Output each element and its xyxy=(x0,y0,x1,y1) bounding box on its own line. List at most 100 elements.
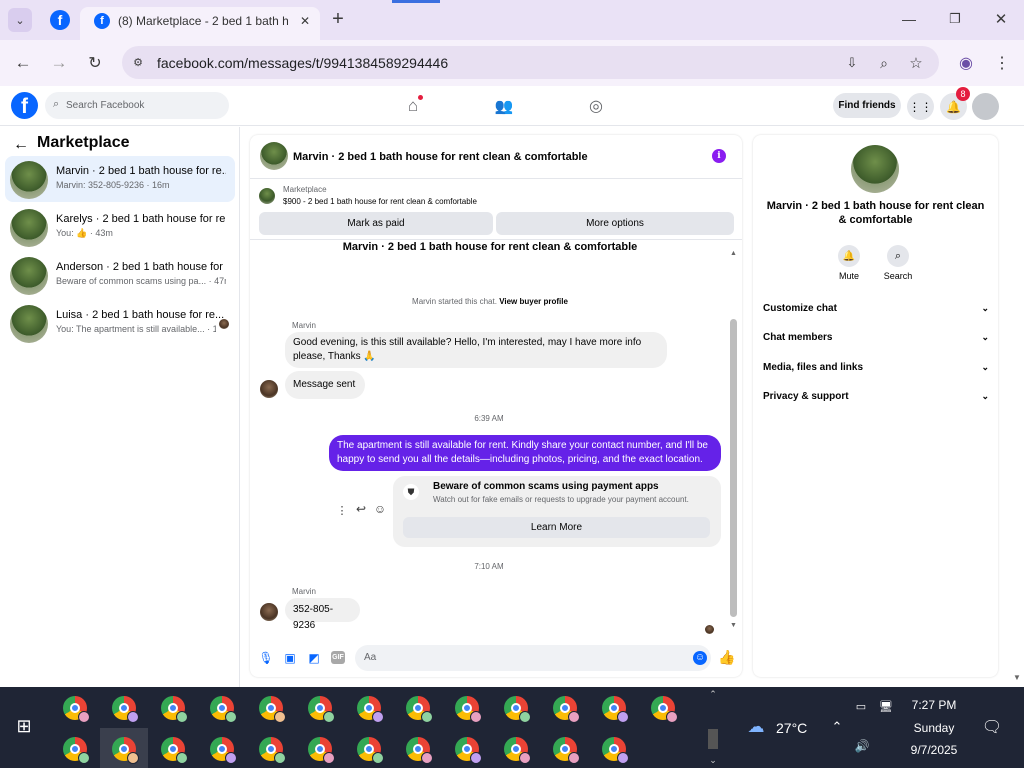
sender-avatar[interactable] xyxy=(260,603,278,621)
windows-start-icon[interactable]: ⊞ xyxy=(13,715,35,737)
view-buyer-profile-link[interactable]: View buyer profile xyxy=(499,297,568,306)
volume-icon[interactable]: 🔊 xyxy=(854,739,870,753)
scroll-down-icon[interactable]: ▼ xyxy=(729,621,738,629)
tab-marketplace[interactable]: f (8) Marketplace - 2 bed 1 bath h ✕ xyxy=(80,7,320,40)
scrollbar-thumb[interactable] xyxy=(730,319,737,617)
site-info-icon[interactable]: ⚙ xyxy=(130,54,146,70)
chrome-taskbar-icon[interactable] xyxy=(308,737,335,764)
menu-icon[interactable]: ⋮ xyxy=(991,52,1013,74)
taskbar-scroll-down-icon[interactable]: ⌄ xyxy=(707,753,719,767)
chrome-taskbar-icon[interactable] xyxy=(406,696,433,723)
sticker-icon[interactable]: ◩ xyxy=(307,650,321,666)
listing-avatar[interactable] xyxy=(851,145,899,193)
chrome-taskbar-icon[interactable] xyxy=(455,737,482,764)
privacy-support-section[interactable]: Privacy & support ⌄ xyxy=(763,391,989,402)
chrome-taskbar-icon[interactable] xyxy=(553,737,580,764)
chat-members-section[interactable]: Chat members ⌄ xyxy=(763,332,989,343)
chrome-taskbar-icon[interactable] xyxy=(504,696,531,723)
info-icon[interactable]: i xyxy=(712,149,726,163)
menu-grid-icon[interactable]: ⋮⋮ xyxy=(907,93,934,120)
outgoing-message[interactable]: The apartment is still available for ren… xyxy=(329,435,721,471)
taskbar-scroll-thumb[interactable] xyxy=(708,729,718,749)
chat-title[interactable]: Marvin · 2 bed 1 bath house for rent cle… xyxy=(293,151,588,163)
weather-cloud-icon[interactable]: ☁ xyxy=(744,717,768,737)
meet-now-icon[interactable]: ▭ xyxy=(854,699,868,713)
avatar[interactable] xyxy=(972,93,999,120)
taskbar-scroll-up-icon[interactable]: ⌃ xyxy=(707,687,719,701)
restore-icon[interactable]: ❐ xyxy=(944,8,966,30)
chrome-taskbar-icon[interactable] xyxy=(63,737,90,764)
clock-time[interactable]: 7:27 PM xyxy=(900,698,968,712)
customize-chat-section[interactable]: Customize chat ⌄ xyxy=(763,303,989,314)
reply-icon[interactable]: ↩ xyxy=(355,502,367,516)
conversation-item-karelys[interactable]: Karelys · 2 bed 1 bath house for re... Y… xyxy=(5,204,235,250)
weather-temp[interactable]: 27°C xyxy=(776,720,807,736)
chrome-taskbar-icon[interactable] xyxy=(602,696,629,723)
chat-avatar[interactable] xyxy=(260,142,288,170)
facebook-logo[interactable]: f xyxy=(11,92,38,119)
media-files-links-section[interactable]: Media, files and links ⌄ xyxy=(763,362,989,373)
chrome-taskbar-icon[interactable] xyxy=(651,696,678,723)
photo-icon[interactable]: ▣ xyxy=(283,650,297,666)
install-app-icon[interactable]: ⇩ xyxy=(842,53,862,73)
friends-icon[interactable]: 👥 xyxy=(493,95,515,117)
chat-scrollbar[interactable]: ▲ ▼ xyxy=(729,249,738,629)
chrome-taskbar-icon[interactable] xyxy=(553,696,580,723)
facebook-tab-icon[interactable]: f xyxy=(50,10,70,30)
learn-more-button[interactable]: Learn More xyxy=(403,517,710,538)
incoming-message[interactable]: Message sent xyxy=(285,371,365,399)
close-tab-icon[interactable]: ✕ xyxy=(296,12,314,30)
incoming-message[interactable]: 352-805-9236 xyxy=(285,598,360,631)
chrome-taskbar-icon[interactable] xyxy=(406,737,433,764)
chrome-taskbar-icon[interactable] xyxy=(259,696,286,723)
chrome-taskbar-icon[interactable] xyxy=(161,737,188,764)
groups-icon[interactable]: ◎ xyxy=(585,95,607,117)
network-icon[interactable]: 🖥 xyxy=(878,699,894,713)
conversation-item-marvin[interactable]: Marvin · 2 bed 1 bath house for re... Ma… xyxy=(5,156,235,202)
gif-icon[interactable]: GIF xyxy=(331,651,345,664)
chrome-taskbar-icon[interactable] xyxy=(308,696,335,723)
mute-bell-icon[interactable]: 🔔 xyxy=(838,245,860,267)
chrome-taskbar-icon[interactable] xyxy=(259,737,286,764)
search-input[interactable]: ⌕ Search Facebook xyxy=(45,92,229,119)
back-arrow-icon[interactable]: ← xyxy=(12,136,30,154)
chrome-taskbar-icon[interactable] xyxy=(602,737,629,764)
clock-day[interactable]: Sunday xyxy=(900,721,968,735)
chrome-taskbar-icon[interactable] xyxy=(357,737,384,764)
close-window-icon[interactable]: ✕ xyxy=(990,8,1012,30)
chrome-taskbar-icon[interactable] xyxy=(112,737,139,764)
notification-center-icon[interactable]: 🗨 xyxy=(982,717,1002,737)
forward-icon[interactable]: → xyxy=(48,52,70,74)
chrome-taskbar-icon[interactable] xyxy=(210,737,237,764)
emoji-icon[interactable]: ☺ xyxy=(693,651,707,665)
chrome-taskbar-icon[interactable] xyxy=(455,696,482,723)
chrome-taskbar-icon[interactable] xyxy=(63,696,90,723)
tab-search-icon[interactable]: ⌄ xyxy=(8,8,32,32)
chrome-taskbar-icon[interactable] xyxy=(161,696,188,723)
page-scroll-down-icon[interactable]: ▼ xyxy=(1012,672,1022,682)
mark-as-paid-button[interactable]: Mark as paid xyxy=(259,212,493,235)
bookmark-star-icon[interactable]: ☆ xyxy=(906,53,926,73)
scroll-up-icon[interactable]: ▲ xyxy=(729,249,738,257)
chrome-taskbar-icon[interactable] xyxy=(357,696,384,723)
listing-summary[interactable]: $900 - 2 bed 1 bath house for rent clean… xyxy=(283,197,477,206)
chrome-taskbar-icon[interactable] xyxy=(504,737,531,764)
zoom-icon[interactable]: ⌕ xyxy=(874,53,894,73)
conversation-item-anderson[interactable]: Anderson · 2 bed 1 bath house for ... Be… xyxy=(5,252,235,298)
reload-icon[interactable]: ↻ xyxy=(84,52,106,74)
more-options-button[interactable]: More options xyxy=(496,212,734,235)
chrome-taskbar-icon[interactable] xyxy=(210,696,237,723)
thumbs-up-icon[interactable]: 👍 xyxy=(718,649,735,665)
find-friends-button[interactable]: Find friends xyxy=(833,93,901,118)
minimize-icon[interactable]: — xyxy=(898,8,920,30)
microphone-icon[interactable]: 🎙 xyxy=(258,650,273,666)
chrome-taskbar-icon[interactable] xyxy=(112,696,139,723)
profile-icon[interactable]: ◉ xyxy=(955,52,977,74)
url-field[interactable]: ⚙ facebook.com/messages/t/99413845892944… xyxy=(122,46,939,79)
new-tab-icon[interactable]: + xyxy=(328,8,348,30)
conversation-item-luisa[interactable]: Luisa · 2 bed 1 bath house for re... You… xyxy=(5,300,235,346)
show-hidden-icons-icon[interactable]: ⌃ xyxy=(830,717,844,737)
sender-avatar[interactable] xyxy=(260,380,278,398)
incoming-message[interactable]: Good evening, is this still available? H… xyxy=(285,332,667,368)
search-icon[interactable]: ⌕ xyxy=(887,245,909,267)
